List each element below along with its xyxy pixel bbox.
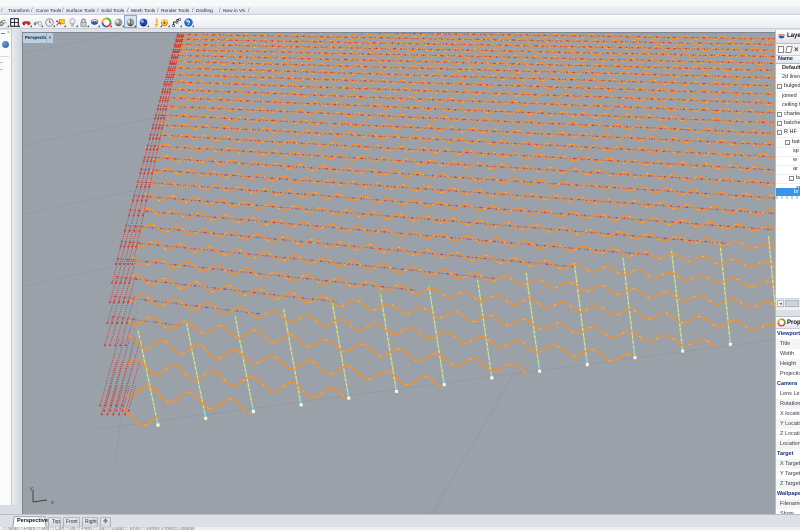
svg-text:?: ?	[186, 20, 190, 27]
svg-text:x: x	[51, 500, 54, 506]
svg-text:y: y	[30, 486, 33, 492]
